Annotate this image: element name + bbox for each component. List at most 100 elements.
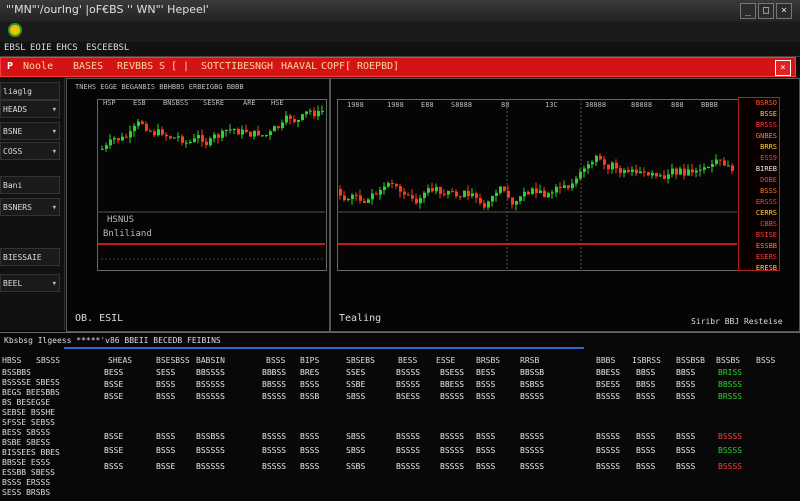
command-bar-item[interactable]: [ [171, 61, 177, 72]
candle-body [117, 138, 120, 141]
price-ladder-row[interactable]: ESERS [739, 252, 779, 263]
left-panel-item[interactable]: HEADS ▾ [0, 100, 60, 118]
price-ladder-row[interactable]: BIREB [739, 164, 779, 175]
command-bar-close-button[interactable]: × [775, 60, 791, 76]
table-column-header[interactable]: BBBS [596, 356, 615, 365]
price-ladder: BSRSO BSSE BRSSS GNBES BRRS ESS9 BIREB DOBE BSSS… [738, 97, 780, 274]
menu-item-2[interactable]: EOIE [30, 43, 52, 53]
command-bar-item[interactable]: SOTCTIBE [201, 61, 249, 72]
table-column-header[interactable]: SBSEBS [346, 356, 375, 365]
command-bar-item[interactable]: P [7, 61, 13, 72]
command-bar-item[interactable]: REVBBS [117, 61, 153, 72]
candle-body [471, 193, 474, 197]
table-row-label[interactable]: ESSBB SBESS [2, 468, 55, 477]
table-column-header[interactable]: BABSIN [196, 356, 225, 365]
menu-item-4[interactable]: ESCEEBSL [86, 43, 129, 53]
left-panel-item[interactable]: BSNE ▾ [0, 122, 60, 140]
command-bar-item[interactable]: SNGH [249, 61, 273, 72]
table-column-header[interactable]: ISBRSS [632, 356, 661, 365]
chevron-down-icon[interactable]: ▾ [52, 123, 57, 141]
table-column-header[interactable]: RRSB [520, 356, 539, 365]
table-row-label[interactable]: BEGS BEESBBS [2, 388, 60, 397]
chevron-down-icon[interactable]: ▾ [52, 143, 57, 161]
left-panel-item[interactable]: BEEL ▾ [0, 274, 60, 292]
left-panel-item[interactable]: Bani [0, 176, 60, 194]
menu-item-3[interactable]: EHCS [56, 43, 78, 53]
table-row-label[interactable]: SEBSE BSSHE [2, 408, 55, 417]
candle-body [655, 172, 658, 177]
price-ladder-row[interactable]: BSSS [739, 186, 779, 197]
price-ladder-row[interactable]: CERRS [739, 208, 779, 219]
table-row-label[interactable]: SESS BRSBS [2, 488, 50, 497]
candle-body [305, 111, 308, 115]
table-column-header[interactable]: BSSS [756, 356, 775, 365]
table-column-header[interactable]: SHEAS [108, 356, 132, 365]
command-bar-item[interactable]: ROEPBD [357, 61, 393, 72]
table-column-header[interactable]: BSSBS [716, 356, 740, 365]
candle-body [479, 198, 482, 204]
command-bar-item[interactable]: COPF [321, 61, 345, 72]
table-cell: BSSSS [262, 446, 287, 455]
command-bar-item[interactable]: HAAVAL [281, 61, 317, 72]
price-ladder-row[interactable]: ESS9 [739, 153, 779, 164]
table-cell: BSSE [156, 462, 176, 471]
table-column-header[interactable]: HBSS [2, 356, 21, 365]
price-ladder-row[interactable]: CBBS [739, 219, 779, 230]
price-ladder-row[interactable]: BSISE [739, 230, 779, 241]
maximize-button[interactable]: □ [758, 3, 774, 19]
table-column-header[interactable]: ESSE [436, 356, 455, 365]
table-row-label[interactable]: BISSEES BBES [2, 448, 60, 457]
table-cell: BBESS [440, 380, 465, 389]
candle-body [133, 125, 136, 132]
table-column-header[interactable]: SBSSS [36, 356, 60, 365]
command-bar-item[interactable]: | [183, 61, 189, 72]
table-row-label[interactable]: BS BESEGSE [2, 398, 50, 407]
table-row-label[interactable]: BSSSSE SBESS [2, 378, 60, 387]
table-cell: BSSSS [262, 462, 287, 471]
command-bar-item[interactable]: [ [345, 61, 351, 72]
table-column-header[interactable]: BSESBSS [156, 356, 190, 365]
chevron-down-icon[interactable]: ▾ [52, 101, 57, 119]
price-ladder-row[interactable]: BSRSO [739, 98, 779, 109]
toolbar [0, 22, 800, 43]
candle-body [269, 131, 272, 136]
minimize-button[interactable]: _ [740, 3, 756, 19]
left-panel-item[interactable]: BSNERS ▾ [0, 198, 60, 216]
command-bar-item[interactable]: BASES [73, 61, 103, 72]
close-button[interactable]: × [776, 3, 792, 19]
table-column-header[interactable]: BRSBS [476, 356, 500, 365]
candle-body [651, 172, 654, 176]
chevron-down-icon[interactable]: ▾ [52, 275, 57, 293]
left-panel-item[interactable]: liaglg [0, 82, 60, 100]
price-ladder-row[interactable]: BRSSS [739, 120, 779, 131]
price-ladder-row[interactable]: ERESB [739, 263, 779, 274]
table-column-header[interactable]: BESS [398, 356, 417, 365]
table-row-label[interactable]: BSSS ERSSS [2, 478, 50, 487]
command-bar-item[interactable]: S [159, 61, 165, 72]
table-cell: BSSSS [396, 462, 421, 471]
table-row-label[interactable]: BBSSE ESSS [2, 458, 50, 467]
left-panel-item[interactable]: BIESSAIE [0, 248, 60, 266]
price-ladder-row[interactable]: ERSSS [739, 197, 779, 208]
table-row-label[interactable]: BESS SBSSS [2, 428, 50, 437]
price-ladder-row[interactable]: GNBES [739, 131, 779, 142]
menu-item-1[interactable]: EBSL [4, 43, 26, 53]
left-panel-item[interactable]: COSS ▾ [0, 142, 60, 160]
price-ladder-row[interactable]: DOBE [739, 175, 779, 186]
table-row-label[interactable]: SFSSE SEBSS [2, 418, 55, 427]
table-row-label[interactable]: BSBE SBESS [2, 438, 50, 447]
command-bar-item[interactable]: ] [393, 61, 399, 72]
table-cell: BSSS [156, 432, 176, 441]
command-bar-item[interactable]: Noole [23, 61, 53, 72]
table-column-header[interactable]: BIPS [300, 356, 319, 365]
table-column-header[interactable]: BSSS [266, 356, 285, 365]
candle-body [313, 110, 316, 117]
table-cell: BSSS [636, 462, 656, 471]
price-ladder-row[interactable]: BSSE [739, 109, 779, 120]
price-ladder-row[interactable]: ESSBB [739, 241, 779, 252]
price-ladder-row[interactable]: BRRS [739, 142, 779, 153]
chevron-down-icon[interactable]: ▾ [52, 199, 57, 217]
candle-body [343, 195, 346, 201]
table-row-label[interactable]: BSSBBS [2, 368, 31, 377]
table-column-header[interactable]: BSSBSB [676, 356, 705, 365]
